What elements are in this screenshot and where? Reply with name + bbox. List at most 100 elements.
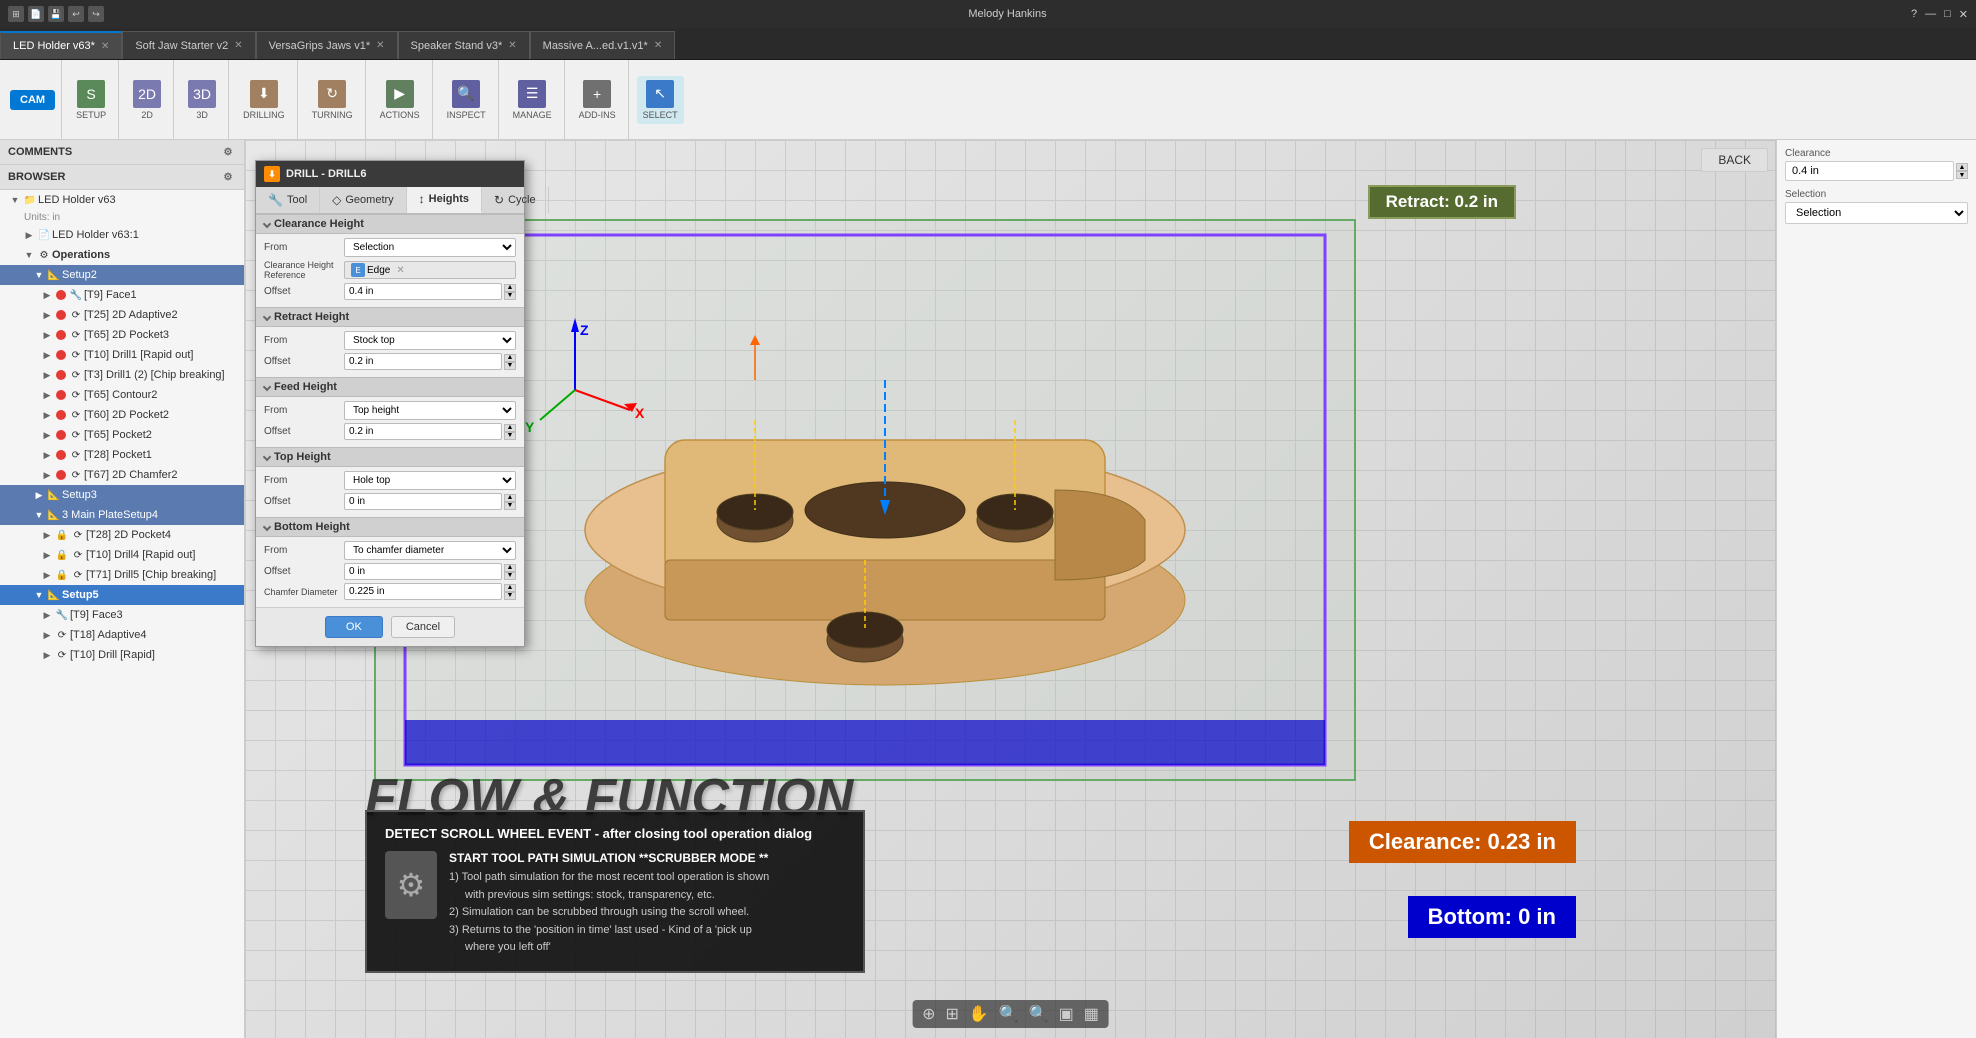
list-item[interactable]: ▶ ⟳ [T65] Contour2 [0, 385, 244, 405]
tab-heights[interactable]: ↕ Heights [407, 187, 482, 213]
chamfer-diam-down[interactable]: ▼ [504, 592, 516, 600]
viewport-icon-hand[interactable]: ✋ [969, 1004, 989, 1024]
root-toggle[interactable]: ▼ [8, 195, 22, 205]
tab-tool[interactable]: 🔧 Tool [256, 187, 320, 213]
retract-offset-down[interactable]: ▼ [504, 362, 516, 370]
viewport-icon-zoom[interactable]: 🔍 [999, 1004, 1019, 1024]
clearance-height-header[interactable]: Clearance Height [256, 214, 524, 234]
list-item[interactable]: ▶ ⟳ [T10] Drill1 [Rapid out] [0, 345, 244, 365]
clearance-offset-field[interactable] [344, 283, 502, 300]
edge-badge-close[interactable]: ✕ [396, 265, 404, 276]
bottom-from-select[interactable]: To chamfer diameter Selection Stock top … [344, 541, 516, 560]
top-offset-up[interactable]: ▲ [504, 494, 516, 502]
viewport-icon-pan[interactable]: ⊞ [945, 1004, 958, 1024]
chamfer-diam-up[interactable]: ▲ [504, 584, 516, 592]
ok-button[interactable]: OK [325, 616, 383, 638]
feed-offset-down[interactable]: ▼ [504, 432, 516, 440]
tab-cycle[interactable]: ↻ Cycle [482, 187, 549, 213]
setup2-toggle[interactable]: ▼ [32, 270, 46, 280]
comments-settings-icon[interactable]: ⚙ [220, 144, 236, 160]
maximize-btn[interactable]: □ [1944, 8, 1951, 21]
item-toggle[interactable]: ▶ [40, 290, 54, 301]
browser-settings-icon[interactable]: ⚙ [220, 169, 236, 185]
top-from-select[interactable]: Hole top Selection Stock top Top height [344, 471, 516, 490]
tree-child1[interactable]: ▶ 📄 LED Holder v63:1 [0, 225, 244, 245]
tab-led-close[interactable]: ✕ [101, 41, 109, 52]
close-btn[interactable]: ✕ [1959, 8, 1968, 21]
select-button[interactable]: ↖ SELECT [637, 76, 684, 124]
viewport-icon-zoomfit[interactable]: 🔍 [1029, 1004, 1049, 1024]
tree-setup3[interactable]: ▶ 📐 Setup3 [0, 485, 244, 505]
cancel-button[interactable]: Cancel [391, 616, 455, 638]
right-clearance-input[interactable] [1785, 161, 1954, 181]
cam-button[interactable]: CAM [10, 90, 55, 110]
child1-toggle[interactable]: ▶ [22, 230, 36, 241]
turning-button[interactable]: ↻ TURNING [306, 76, 359, 124]
top-height-header[interactable]: Top Height [256, 447, 524, 467]
tree-setup2[interactable]: ▼ 📐 Setup2 [0, 265, 244, 285]
bottom-offset-down[interactable]: ▼ [504, 572, 516, 580]
minimize-btn[interactable]: — [1925, 8, 1936, 21]
feed-offset-up[interactable]: ▲ [504, 424, 516, 432]
top-offset-field[interactable] [344, 493, 502, 510]
list-item[interactable]: ▶ ⟳ [T3] Drill1 (2) [Chip breaking] [0, 365, 244, 385]
list-item[interactable]: ▶ ⟳ [T28] Pocket1 [0, 445, 244, 465]
viewport-icon-grid[interactable]: ▦ [1084, 1004, 1099, 1024]
feed-from-select[interactable]: Top height Selection Stock top Hole top [344, 401, 516, 420]
tab-speaker-close[interactable]: ✕ [508, 40, 516, 51]
right-selection-select[interactable]: Selection Stock top [1785, 202, 1968, 224]
tab-led-holder[interactable]: LED Holder v63* ✕ [0, 31, 122, 59]
tree-root[interactable]: ▼ 📁 LED Holder v63 [0, 190, 244, 210]
bottom-height-header[interactable]: Bottom Height [256, 517, 524, 537]
undo-icon[interactable]: ↩ [68, 6, 84, 22]
app-grid-icon[interactable]: ⊞ [8, 6, 24, 22]
3d-button[interactable]: 3D 3D [182, 76, 222, 124]
retract-height-header[interactable]: Retract Height [256, 307, 524, 327]
list-item[interactable]: ▶ ⟳ [T25] 2D Adaptive2 [0, 305, 244, 325]
right-clearance-down[interactable]: ▼ [1956, 171, 1968, 179]
list-item[interactable]: ▶ ⟳ [T65] 2D Pocket3 [0, 325, 244, 345]
manage-button[interactable]: ☰ MANAGE [507, 76, 558, 124]
retract-offset-up[interactable]: ▲ [504, 354, 516, 362]
chamfer-diameter-field[interactable] [344, 583, 502, 600]
tab-massive-close[interactable]: ✕ [654, 40, 662, 51]
feed-offset-field[interactable] [344, 423, 502, 440]
list-item[interactable]: ▶ 🔒 ⟳ [T10] Drill4 [Rapid out] [0, 545, 244, 565]
help-btn[interactable]: ? [1911, 8, 1917, 21]
retract-from-select[interactable]: Stock top Selection Top height Hole top [344, 331, 516, 350]
save-icon[interactable]: 💾 [48, 6, 64, 22]
list-item[interactable]: ▶ 🔧 [T9] Face3 [0, 605, 244, 625]
app-menu-icons[interactable]: ⊞ 📄 💾 ↩ ↪ [8, 6, 104, 22]
list-item[interactable]: ▶ ⟳ [T10] Drill [Rapid] [0, 645, 244, 665]
feed-height-header[interactable]: Feed Height [256, 377, 524, 397]
bottom-offset-up[interactable]: ▲ [504, 564, 516, 572]
list-item[interactable]: ▶ ⟳ [T67] 2D Chamfer2 [0, 465, 244, 485]
right-clearance-up[interactable]: ▲ [1956, 163, 1968, 171]
back-button[interactable]: BACK [1701, 148, 1768, 172]
tab-massive[interactable]: Massive A...ed.v1.v1* ✕ [530, 31, 676, 59]
tree-operations[interactable]: ▼ ⚙ Operations [0, 245, 244, 265]
retract-offset-field[interactable] [344, 353, 502, 370]
list-item[interactable]: ▶ 🔧 [T9] Face1 [0, 285, 244, 305]
tree-main-plate[interactable]: ▼ 📐 3 Main PlateSetup4 [0, 505, 244, 525]
viewport-icon-display[interactable]: ▣ [1059, 1004, 1074, 1024]
list-item[interactable]: ▶ 🔒 ⟳ [T28] 2D Pocket4 [0, 525, 244, 545]
heights-dialog[interactable]: ⬇ DRILL - DRILL6 🔧 Tool ◇ Geometry ↕ [255, 160, 525, 647]
list-item[interactable]: ▶ ⟳ [T60] 2D Pocket2 [0, 405, 244, 425]
tab-speaker-stand[interactable]: Speaker Stand v3* ✕ [398, 31, 530, 59]
tab-versagrips[interactable]: VersaGrips Jaws v1* ✕ [256, 31, 398, 59]
clearance-from-select[interactable]: Selection Stock top Top height Hole top [344, 238, 516, 257]
drilling-button[interactable]: ⬇ DRILLING [237, 76, 291, 124]
list-item[interactable]: ▶ ⟳ [T65] Pocket2 [0, 425, 244, 445]
clearance-offset-down[interactable]: ▼ [504, 292, 516, 300]
tab-soft-jaw-close[interactable]: ✕ [234, 40, 242, 51]
top-offset-down[interactable]: ▼ [504, 502, 516, 510]
ops-toggle[interactable]: ▼ [22, 250, 36, 260]
clearance-offset-up[interactable]: ▲ [504, 284, 516, 292]
addins-button[interactable]: + ADD-INS [573, 76, 622, 124]
tree-setup5[interactable]: ▼ 📐 Setup5 [0, 585, 244, 605]
tab-versagrips-close[interactable]: ✕ [376, 40, 384, 51]
2d-button[interactable]: 2D 2D [127, 76, 167, 124]
tab-geometry[interactable]: ◇ Geometry [320, 187, 407, 213]
actions-button[interactable]: ▶ ACTIONS [374, 76, 426, 124]
